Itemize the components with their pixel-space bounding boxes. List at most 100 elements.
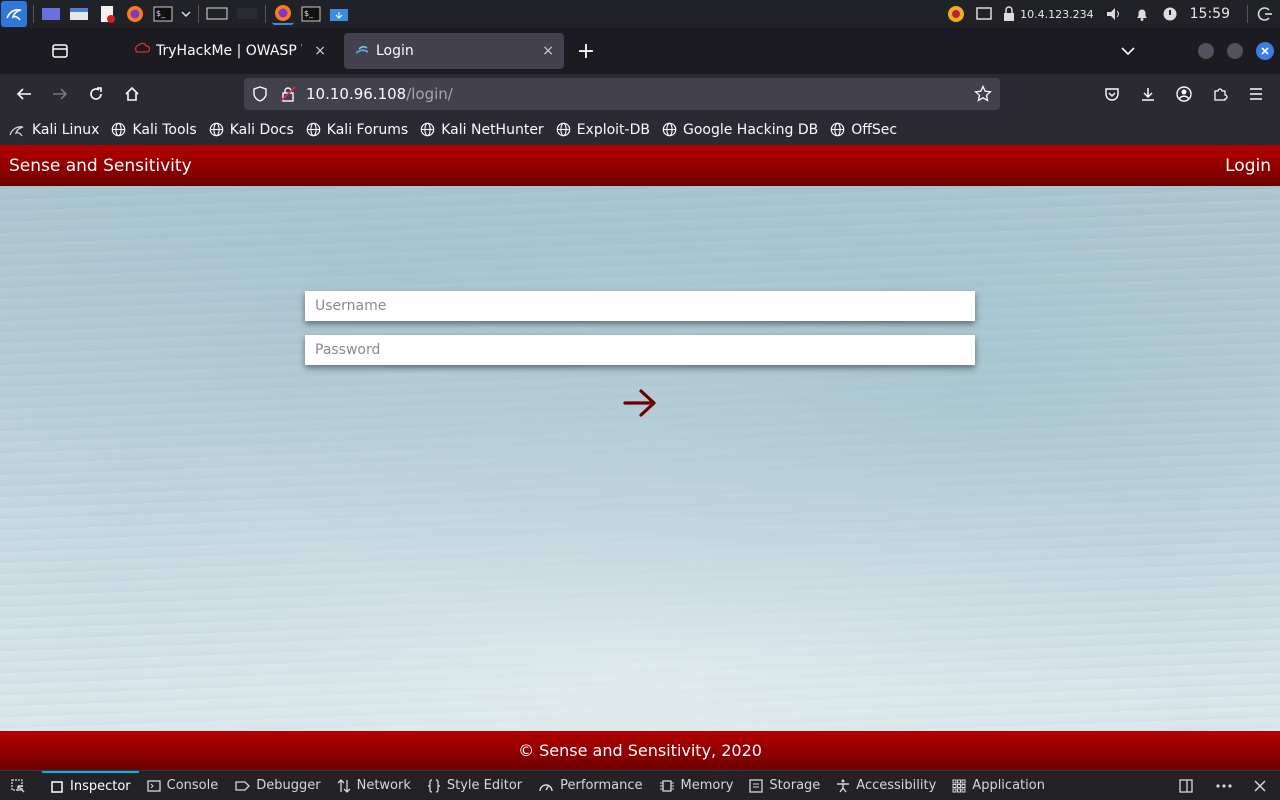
- tab-storage[interactable]: Storage: [741, 771, 828, 800]
- tab-label: Login: [376, 43, 414, 59]
- close-devtools-icon[interactable]: [1246, 771, 1280, 800]
- extensions-icon[interactable]: [1202, 78, 1238, 110]
- bookmark-label: Exploit-DB: [576, 121, 650, 138]
- tab-application[interactable]: Application: [944, 771, 1053, 800]
- more-options-icon[interactable]: [1208, 771, 1246, 800]
- kali-menu-icon[interactable]: [1, 1, 27, 27]
- close-tab-icon[interactable]: ×: [542, 43, 554, 59]
- file-manager-icon[interactable]: [68, 3, 90, 25]
- tryhackme-favicon-icon: [134, 42, 151, 60]
- globe-icon: [556, 122, 574, 137]
- username-input[interactable]: [305, 291, 975, 321]
- password-input[interactable]: [305, 335, 975, 365]
- bookmark-kali-tools[interactable]: Kali Tools: [111, 122, 197, 138]
- svg-text:$_: $_: [156, 9, 166, 18]
- tab-login[interactable]: Login ×: [344, 33, 564, 69]
- power-status-icon[interactable]: [1159, 3, 1181, 25]
- tab-console[interactable]: Console: [139, 771, 227, 800]
- workspace-icon[interactable]: [40, 3, 62, 25]
- downloads-icon[interactable]: [1130, 78, 1166, 110]
- svg-text:$_: $_: [304, 9, 314, 18]
- logout-icon[interactable]: [1254, 3, 1276, 25]
- close-window-button[interactable]: [1256, 42, 1274, 60]
- tab-accessibility[interactable]: Accessibility: [828, 771, 944, 800]
- bookmark-kali-docs[interactable]: Kali Docs: [209, 122, 294, 138]
- bookmark-label: Google Hacking DB: [682, 121, 819, 138]
- color-picker-icon[interactable]: [945, 3, 967, 25]
- devtools-tab-label: Network: [356, 778, 411, 793]
- globe-icon: [830, 122, 848, 137]
- separator: [1247, 5, 1248, 23]
- new-tab-button[interactable]: +: [568, 35, 604, 67]
- debugger-icon: [235, 780, 251, 791]
- text-editor-icon[interactable]: [96, 3, 118, 25]
- insecure-lock-icon[interactable]: [280, 86, 300, 102]
- tab-memory[interactable]: Memory: [651, 771, 742, 800]
- tab-inspector[interactable]: Inspector: [42, 770, 139, 800]
- notification-bell-icon[interactable]: [1131, 3, 1153, 25]
- tracking-protection-shield-icon[interactable]: [252, 86, 272, 102]
- maximize-button[interactable]: [1227, 43, 1243, 59]
- bookmark-label: Kali Linux: [32, 121, 100, 138]
- hamburger-menu-icon[interactable]: [1238, 78, 1274, 110]
- devtools-tab-label: Inspector: [70, 779, 131, 794]
- account-icon[interactable]: [1166, 78, 1202, 110]
- console-icon: [146, 779, 161, 792]
- terminal-icon[interactable]: $_: [152, 3, 174, 25]
- arrow-right-icon: [622, 387, 658, 419]
- accessibility-icon: [837, 779, 850, 792]
- kali-dragon-icon: [8, 123, 29, 137]
- tab-debugger[interactable]: Debugger: [226, 771, 328, 800]
- tab-style-editor[interactable]: Style Editor: [419, 771, 530, 800]
- login-link[interactable]: Login: [1225, 156, 1271, 176]
- list-all-tabs-icon[interactable]: [1110, 35, 1146, 67]
- copyright-text: © Sense and Sensitivity, 2020: [518, 741, 762, 760]
- firefox-window-icon[interactable]: [272, 3, 294, 25]
- ip-address: 10.4.123.234: [1020, 7, 1094, 21]
- vpn-icon[interactable]: [1001, 3, 1017, 25]
- back-icon[interactable]: [6, 78, 42, 110]
- minimize-button[interactable]: [1198, 43, 1214, 59]
- pocket-icon[interactable]: [1094, 78, 1130, 110]
- bookmark-exploit-db[interactable]: Exploit-DB: [556, 122, 650, 138]
- bookmark-offsec[interactable]: OffSec: [830, 122, 897, 138]
- tab-performance[interactable]: Performance: [530, 771, 650, 800]
- bookmark-kali-linux[interactable]: Kali Linux: [8, 122, 99, 138]
- downloads-folder-icon[interactable]: [328, 3, 350, 25]
- reload-icon[interactable]: [78, 78, 114, 110]
- display-icon[interactable]: [973, 3, 995, 25]
- url-text[interactable]: 10.10.96.108/login/: [306, 85, 453, 103]
- devtools-tab-label: Console: [166, 778, 219, 793]
- devtools-toolbar: Inspector Console Debugger Network Style…: [0, 770, 1280, 800]
- dock-side-icon[interactable]: [1170, 771, 1208, 800]
- bookmark-star-icon[interactable]: [974, 85, 992, 103]
- bookmark-label: Kali Docs: [229, 121, 294, 138]
- tab-network[interactable]: Network: [329, 771, 419, 800]
- url-bar[interactable]: 10.10.96.108/login/: [244, 78, 1000, 110]
- bookmarks-toolbar: Kali Linux Kali Tools Kali Docs Kali For…: [0, 114, 1280, 145]
- close-tab-icon[interactable]: ×: [314, 43, 326, 59]
- globe-icon: [111, 122, 129, 137]
- separator: [198, 5, 199, 23]
- devtools-tab-label: Performance: [560, 778, 643, 793]
- tab-tryhackme[interactable]: TryHackMe | OWASP Top ×: [124, 33, 336, 69]
- bookmark-kali-nethunter[interactable]: Kali NetHunter: [420, 122, 544, 138]
- home-icon[interactable]: [114, 78, 150, 110]
- terminal-window-icon[interactable]: $_: [300, 3, 322, 25]
- forward-icon[interactable]: [42, 78, 78, 110]
- devtools-tab-label: Debugger: [256, 778, 321, 793]
- volume-icon[interactable]: [1103, 3, 1125, 25]
- braces-icon: [427, 778, 440, 793]
- firefox-view-icon[interactable]: [40, 33, 80, 69]
- workspace-1-icon[interactable]: [205, 3, 229, 25]
- chevron-down-icon[interactable]: [180, 3, 192, 25]
- workspace-2-icon[interactable]: [235, 3, 259, 25]
- submit-arrow-button[interactable]: [620, 385, 660, 421]
- site-brand[interactable]: Sense and Sensitivity: [9, 156, 192, 176]
- element-picker-icon[interactable]: [0, 771, 42, 800]
- bookmark-kali-forums[interactable]: Kali Forums: [306, 122, 408, 138]
- globe-icon: [662, 122, 680, 137]
- bookmark-google-hacking-db[interactable]: Google Hacking DB: [662, 122, 818, 138]
- url-path: /login/: [406, 85, 453, 103]
- firefox-icon[interactable]: [124, 3, 146, 25]
